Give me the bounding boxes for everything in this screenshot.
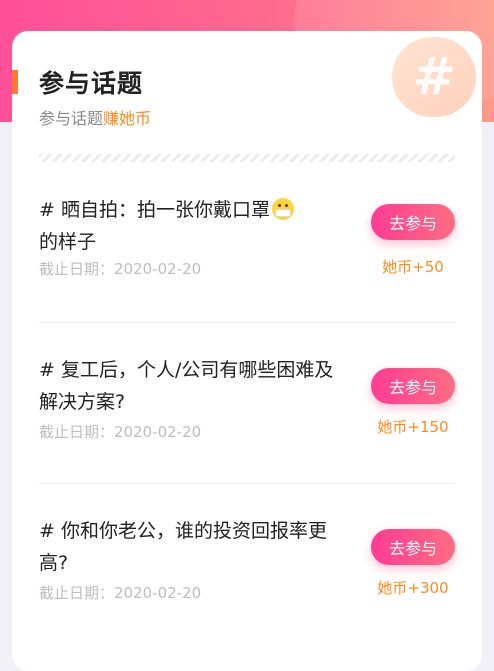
topic-deadline: 截止日期：2020-02-20 bbox=[39, 423, 202, 441]
decorative-stripe bbox=[39, 154, 455, 162]
hashtag-badge-icon: # bbox=[392, 37, 476, 117]
topic-question[interactable]: # 晒自拍：拍一张你戴口罩 的样子 bbox=[39, 194, 339, 258]
topic-deadline: 截止日期：2020-02-20 bbox=[39, 260, 202, 278]
join-topic-button[interactable]: 去参与 bbox=[371, 529, 455, 565]
topic-reward: 她币+300 bbox=[377, 579, 449, 597]
join-topic-button[interactable]: 去参与 bbox=[371, 204, 455, 240]
topic-deadline: 截止日期：2020-02-20 bbox=[39, 584, 202, 602]
section-title: 参与话题 bbox=[39, 69, 144, 98]
topic-item[interactable]: # 你和你老公，谁的投资回报率更高? 截止日期：2020-02-20 去参与 她… bbox=[39, 515, 455, 635]
join-topic-button[interactable]: 去参与 bbox=[371, 368, 455, 404]
topic-question[interactable]: # 复工后，个人/公司有哪些困难及解决方案? bbox=[39, 354, 339, 418]
topic-question-text: # 晒自拍：拍一张你戴口罩 bbox=[39, 199, 270, 221]
topic-item[interactable]: # 复工后，个人/公司有哪些困难及解决方案? 截止日期：2020-02-20 去… bbox=[39, 354, 455, 474]
topic-reward: 她币+150 bbox=[377, 418, 449, 436]
face-mask-emoji-icon bbox=[271, 198, 294, 220]
topic-question[interactable]: # 你和你老公，谁的投资回报率更高? bbox=[39, 515, 339, 579]
topics-card: # 参与话题 参与话题赚她币 # 晒自拍：拍一张你戴口罩 的样子 截止日期：202… bbox=[12, 31, 482, 671]
hashtag-symbol: # bbox=[412, 47, 456, 107]
topic-reward: 她币+50 bbox=[382, 258, 444, 276]
section-subtitle: 参与话题赚她币 bbox=[39, 105, 151, 129]
subtitle-highlight: 赚她币 bbox=[103, 109, 152, 128]
topic-divider bbox=[39, 483, 455, 484]
topic-item[interactable]: # 晒自拍：拍一张你戴口罩 的样子 截止日期：2020-02-20 去参与 她币+… bbox=[39, 194, 455, 314]
subtitle-prefix: 参与话题 bbox=[39, 109, 104, 128]
title-accent-bar bbox=[12, 70, 18, 94]
topic-divider bbox=[39, 322, 455, 323]
topic-question-tail: 的样子 bbox=[39, 231, 97, 253]
